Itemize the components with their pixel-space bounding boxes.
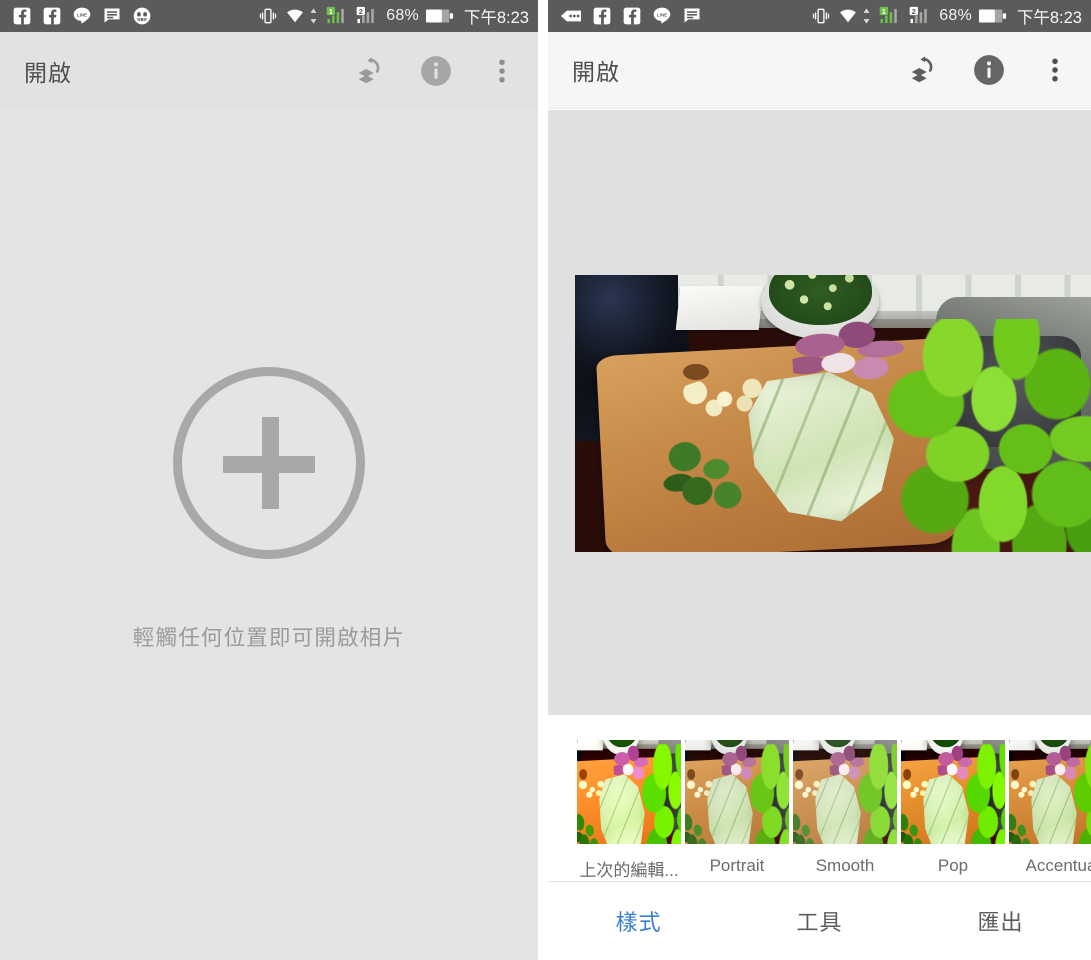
filter-label: 上次的編輯... [579, 861, 679, 880]
filter-item[interactable]: 上次的編輯... [575, 740, 683, 881]
revert-layers-button[interactable] [350, 51, 390, 91]
svg-text:LINE: LINE [77, 12, 87, 17]
svg-text:2: 2 [359, 7, 363, 16]
filter-thumbnail[interactable] [685, 740, 789, 844]
system-status-icons-left: 1 2 68% 下午8:23 [258, 4, 529, 28]
kitchen-cutting-board-vegetables-photo [575, 275, 1091, 552]
skull-face-icon [133, 7, 151, 25]
wifi-transfer-arrows-icon [863, 8, 870, 24]
battery-icon [425, 9, 453, 23]
facebook-icon [13, 7, 31, 25]
vibrate-icon [813, 8, 830, 24]
filter-label: Accentua [1025, 856, 1091, 875]
panel-divider [538, 0, 548, 960]
wifi-transfer-arrows-icon [310, 8, 317, 24]
overflow-menu-icon [1052, 58, 1058, 82]
sim1-signal-icon: 1 [326, 6, 344, 24]
plus-circle-icon[interactable] [173, 367, 365, 559]
notification-icons-left: LINE [12, 6, 152, 26]
filter-thumbnail[interactable] [901, 740, 1005, 844]
svg-text:1: 1 [329, 7, 333, 16]
empty-state-area[interactable]: 輕觸任何位置即可開啟相片 [0, 109, 538, 960]
clock-label: 下午8:23 [463, 9, 529, 27]
wifi-icon [287, 9, 304, 23]
photo-canvas[interactable] [548, 110, 1091, 715]
notification-icons-right: LINE [560, 6, 702, 26]
sim1-signal-icon: 1 [879, 6, 897, 24]
filter-label: Portrait [709, 856, 765, 875]
info-icon [974, 55, 1004, 85]
tab-tools[interactable]: 工具 [729, 905, 910, 937]
status-bar-right: LINE 1 2 68% 下午8:23 [548, 0, 1091, 32]
overflow-menu-icon [499, 59, 505, 82]
status-bar-left: LINE 1 2 68% 下午8:23 [0, 0, 538, 32]
empty-state-hint: 輕觸任何位置即可開啟相片 [132, 626, 406, 650]
svg-text:2: 2 [912, 7, 916, 16]
news-message-icon [684, 8, 700, 23]
page-title: 開啟 [24, 59, 72, 86]
filter-thumbnail[interactable] [1009, 740, 1091, 844]
revert-layers-button[interactable] [903, 50, 943, 90]
filter-label: Smooth [815, 856, 875, 875]
filter-label: Pop [937, 856, 969, 875]
app-toolbar-right: 開啟 [548, 32, 1091, 109]
overflow-menu-button[interactable] [482, 51, 522, 91]
overflow-menu-button[interactable] [1035, 50, 1075, 90]
system-status-icons-right: 1 2 68% 下午8:23 [811, 4, 1082, 28]
info-button[interactable] [416, 51, 456, 91]
battery-percent-label: 68% [939, 7, 972, 24]
page-title: 開啟 [572, 59, 620, 85]
info-button[interactable] [969, 50, 1009, 90]
filter-thumbnail[interactable] [793, 740, 897, 844]
clock-label: 下午8:23 [1016, 9, 1082, 27]
sim2-signal-icon: 2 [909, 6, 927, 24]
facebook-icon [593, 7, 611, 25]
svg-text:LINE: LINE [657, 12, 667, 17]
filter-item[interactable]: Portrait [683, 740, 791, 876]
more-notifications-icon [561, 10, 581, 22]
right-screen: LINE 1 2 68% 下午8:23 開啟 上次的編輯... Portrait… [548, 0, 1091, 960]
photo-preview[interactable] [575, 275, 1091, 552]
tab-export[interactable]: 匯出 [910, 905, 1091, 937]
filter-thumbnail[interactable] [577, 740, 681, 844]
bottom-tab-bar: 樣式 工具 匯出 [548, 881, 1091, 960]
info-icon [421, 55, 451, 86]
vibrate-icon [260, 8, 277, 24]
revert-layers-icon [911, 56, 933, 83]
battery-percent-label: 68% [386, 7, 419, 24]
facebook-icon [43, 7, 61, 25]
sim2-signal-icon: 2 [356, 6, 374, 24]
filter-item[interactable]: Accentua [1007, 740, 1091, 876]
toolbar-actions-left [350, 51, 522, 91]
battery-icon [978, 9, 1006, 23]
wifi-icon [840, 9, 857, 23]
line-icon: LINE [653, 7, 671, 24]
filter-item[interactable]: Pop [899, 740, 1007, 876]
filter-item[interactable]: Smooth [791, 740, 899, 876]
facebook-icon [623, 7, 641, 25]
line-icon: LINE [73, 7, 91, 24]
filter-filmstrip[interactable]: 上次的編輯... Portrait Smooth Pop Accentua [548, 715, 1091, 881]
toolbar-actions-right [903, 50, 1075, 90]
left-screen: LINE 1 2 68% 下午8:23 開啟 輕觸任何位置即可開啟相片 [0, 0, 538, 960]
news-message-icon [104, 8, 120, 23]
app-toolbar-left: 開啟 [0, 32, 538, 109]
svg-text:1: 1 [882, 7, 886, 16]
dual-screenshot-container: LINE 1 2 68% 下午8:23 開啟 輕觸任何位置即可開啟相片 LINE… [0, 0, 1091, 960]
revert-layers-icon [358, 56, 380, 83]
tab-styles[interactable]: 樣式 [548, 905, 729, 937]
